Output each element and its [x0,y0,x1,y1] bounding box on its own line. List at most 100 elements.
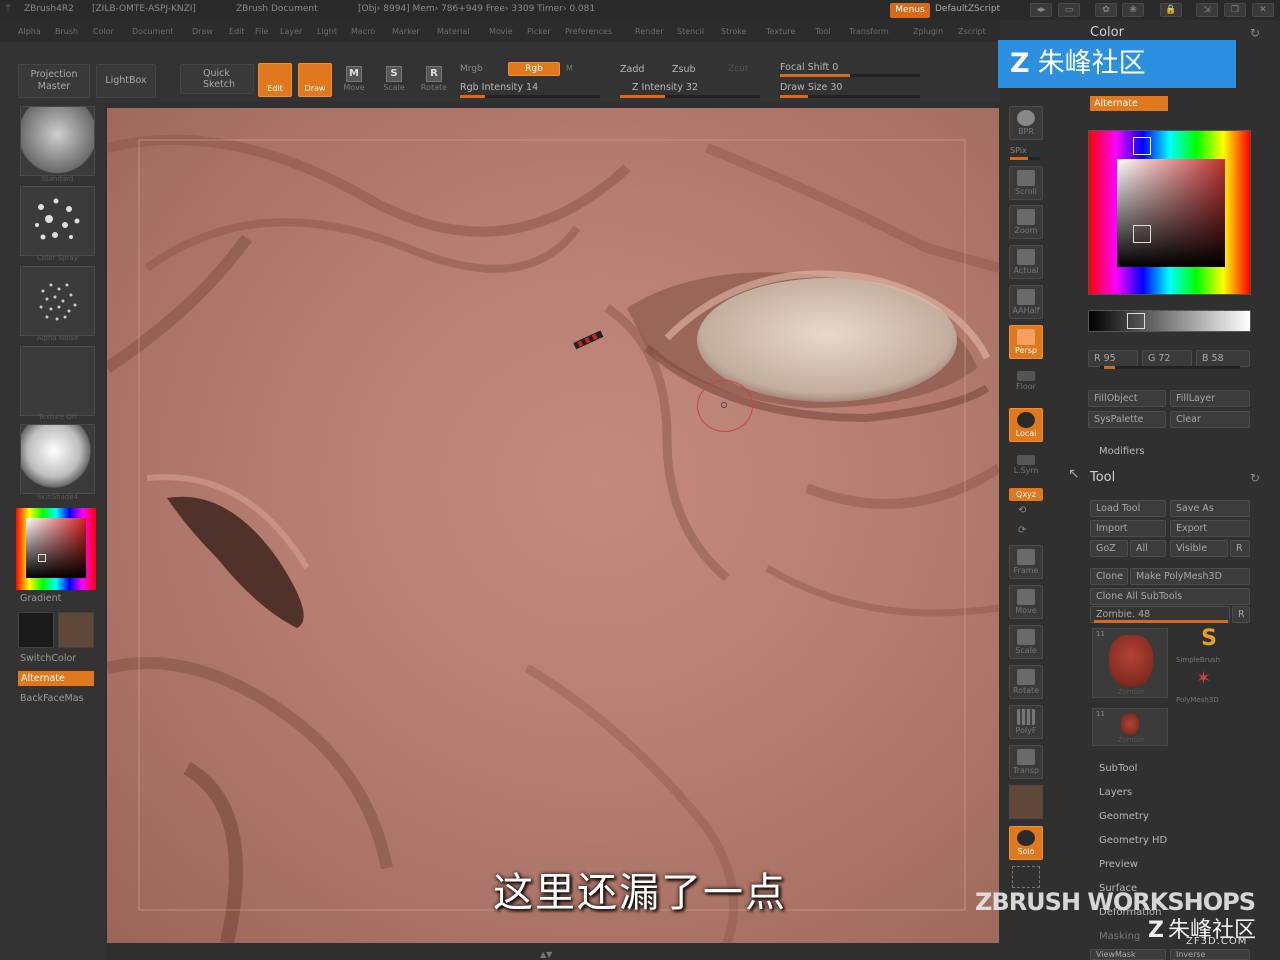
z-intensity-slider[interactable]: Z Intensity 32 [632,82,698,93]
menu-transform[interactable]: Transform [849,27,889,36]
main-color-swatch[interactable] [58,612,94,648]
menu-stroke[interactable]: Stroke [721,27,747,36]
alternate-button[interactable]: Alternate [1090,96,1168,111]
clear-button[interactable]: Clear [1170,411,1250,428]
import-button[interactable]: Import [1090,520,1166,537]
syspalette-button[interactable]: SysPalette [1088,411,1166,428]
menu-edit[interactable]: Edit [229,27,245,36]
menu-picker[interactable]: Picker [527,27,551,36]
alpha-thumbnail[interactable] [20,266,95,336]
focal-shift-slider[interactable]: Focal Shift 0 [780,62,838,73]
preset-icon[interactable]: ✿ [1095,3,1117,17]
scale-view-button[interactable]: Scale [1009,625,1043,659]
scroll-button[interactable]: Scroll [1009,166,1043,200]
local-button[interactable]: Local [1009,408,1043,442]
qxyz-button[interactable]: Qxyz [1009,488,1043,501]
export-button[interactable]: Export [1170,520,1250,537]
zadd-button[interactable]: Zadd [620,64,644,75]
geometry-hd-section[interactable]: Geometry HD [1099,835,1167,846]
b-value-slider[interactable]: B 58 [1196,350,1250,367]
frame-button[interactable]: Frame [1009,545,1043,579]
draw-size-track[interactable] [780,95,920,98]
default-zscript-label[interactable]: DefaultZScript [935,4,1000,14]
menu-macro[interactable]: Macro [351,27,375,36]
rgb-intensity-track[interactable] [460,95,600,98]
stroke-thumbnail[interactable] [20,186,95,256]
save-as-button[interactable]: Save As [1170,500,1250,517]
preset2-icon[interactable]: ❀ [1122,3,1144,17]
bpr-button[interactable]: BPR [1009,106,1043,140]
viewmask-button[interactable]: ViewMask [1090,949,1166,960]
menu-light[interactable]: Light [317,27,337,36]
goz-visible-button[interactable]: Visible [1170,540,1228,557]
move-view-button[interactable]: Move [1009,585,1043,619]
texture-thumbnail[interactable] [20,346,95,416]
load-tool-button[interactable]: Load Tool [1090,500,1166,517]
canvas-viewport[interactable] [107,108,999,943]
secondary-color-swatch[interactable] [18,612,54,648]
menu-file[interactable]: File [255,27,268,36]
actual-button[interactable]: Actual [1009,245,1043,279]
menu-texture[interactable]: Texture [766,27,795,36]
lightbox-button[interactable]: LightBox [96,64,156,98]
rotate-z-icon[interactable]: ⟳ [1018,525,1026,536]
menu-document[interactable]: Document [132,27,173,36]
masking-section[interactable]: Masking [1099,931,1140,942]
make-polymesh-button[interactable]: Make PolyMesh3D [1130,568,1250,585]
zcut-button[interactable]: Zcut [728,64,748,74]
solo-button[interactable]: Solo [1009,826,1043,860]
panel-icon[interactable]: ▭ [1058,3,1080,17]
z-intensity-track[interactable] [620,95,760,98]
rotate-y-icon[interactable]: ⟲ [1018,505,1026,516]
zsub-button[interactable]: Zsub [672,64,696,75]
menu-alpha[interactable]: Alpha [18,27,41,36]
zoom-button[interactable]: Zoom [1009,205,1043,239]
reset-tool-icon[interactable]: ↻ [1250,471,1260,485]
menu-preferences[interactable]: Preferences [565,27,612,36]
color-picker[interactable] [1088,130,1251,295]
goz-button[interactable]: GoZ [1090,540,1128,557]
grayscale-slider[interactable] [1088,310,1251,332]
clone-all-subtools-button[interactable]: Clone All SubTools [1090,588,1250,605]
polyf-button[interactable]: PolyF [1009,705,1043,739]
zombie-small-thumbnail[interactable]: 11 Zombie [1092,708,1168,746]
r-value-slider[interactable]: R 95 [1088,350,1138,367]
menu-color[interactable]: Color [93,27,114,36]
simplebrush-icon[interactable]: S [1184,626,1234,656]
quick-sketch-button[interactable]: Quick Sketch [180,64,254,94]
modifiers-section[interactable]: Modifiers [1099,446,1145,457]
aahalf-button[interactable]: AAHalf [1009,285,1043,319]
material-thumbnail[interactable] [20,424,95,494]
menu-zplugin[interactable]: Zplugin [913,27,943,36]
menu-brush[interactable]: Brush [55,27,78,36]
goz-r-button[interactable]: R [1230,540,1250,557]
menu-movie[interactable]: Movie [489,27,513,36]
spix-track[interactable] [1010,157,1040,160]
switchcolor-button[interactable]: SwitchColor [20,653,76,664]
fill-object-button[interactable]: FillObject [1088,390,1166,407]
tool-r-button[interactable]: R [1232,606,1250,623]
floor-button[interactable]: Floor [1009,368,1043,402]
scale-button[interactable]: S Scale [380,64,408,98]
menu-draw[interactable]: Draw [192,27,213,36]
inverse-button[interactable]: Inverse [1170,949,1250,960]
projection-master-button[interactable]: Projection Master [18,64,90,98]
rgb-intensity-slider[interactable]: Rgb Intensity 14 [460,82,538,93]
close-icon[interactable]: ✕ [1252,3,1274,17]
m-button[interactable]: M [566,64,573,73]
reset-color-icon[interactable]: ↻ [1250,26,1260,40]
rotate-view-button[interactable]: Rotate [1009,665,1043,699]
edit-button[interactable]: Edit [258,63,292,97]
transp-button[interactable]: Transp [1009,745,1043,779]
menus-button[interactable]: Menus [890,3,930,18]
backfacemask-button[interactable]: BackFaceMas [20,693,84,704]
menu-marker[interactable]: Marker [392,27,420,36]
rgb-button[interactable]: Rgb [508,62,560,76]
ghost-button[interactable] [1009,785,1043,819]
mrgb-button[interactable]: Mrgb [460,64,483,74]
rotate-button[interactable]: R Rotate [420,64,448,98]
draw-button[interactable]: Draw [298,63,332,97]
focal-shift-track[interactable] [780,74,920,77]
restore-icon[interactable]: ❐ [1224,3,1246,17]
menu-render[interactable]: Render [635,27,663,36]
